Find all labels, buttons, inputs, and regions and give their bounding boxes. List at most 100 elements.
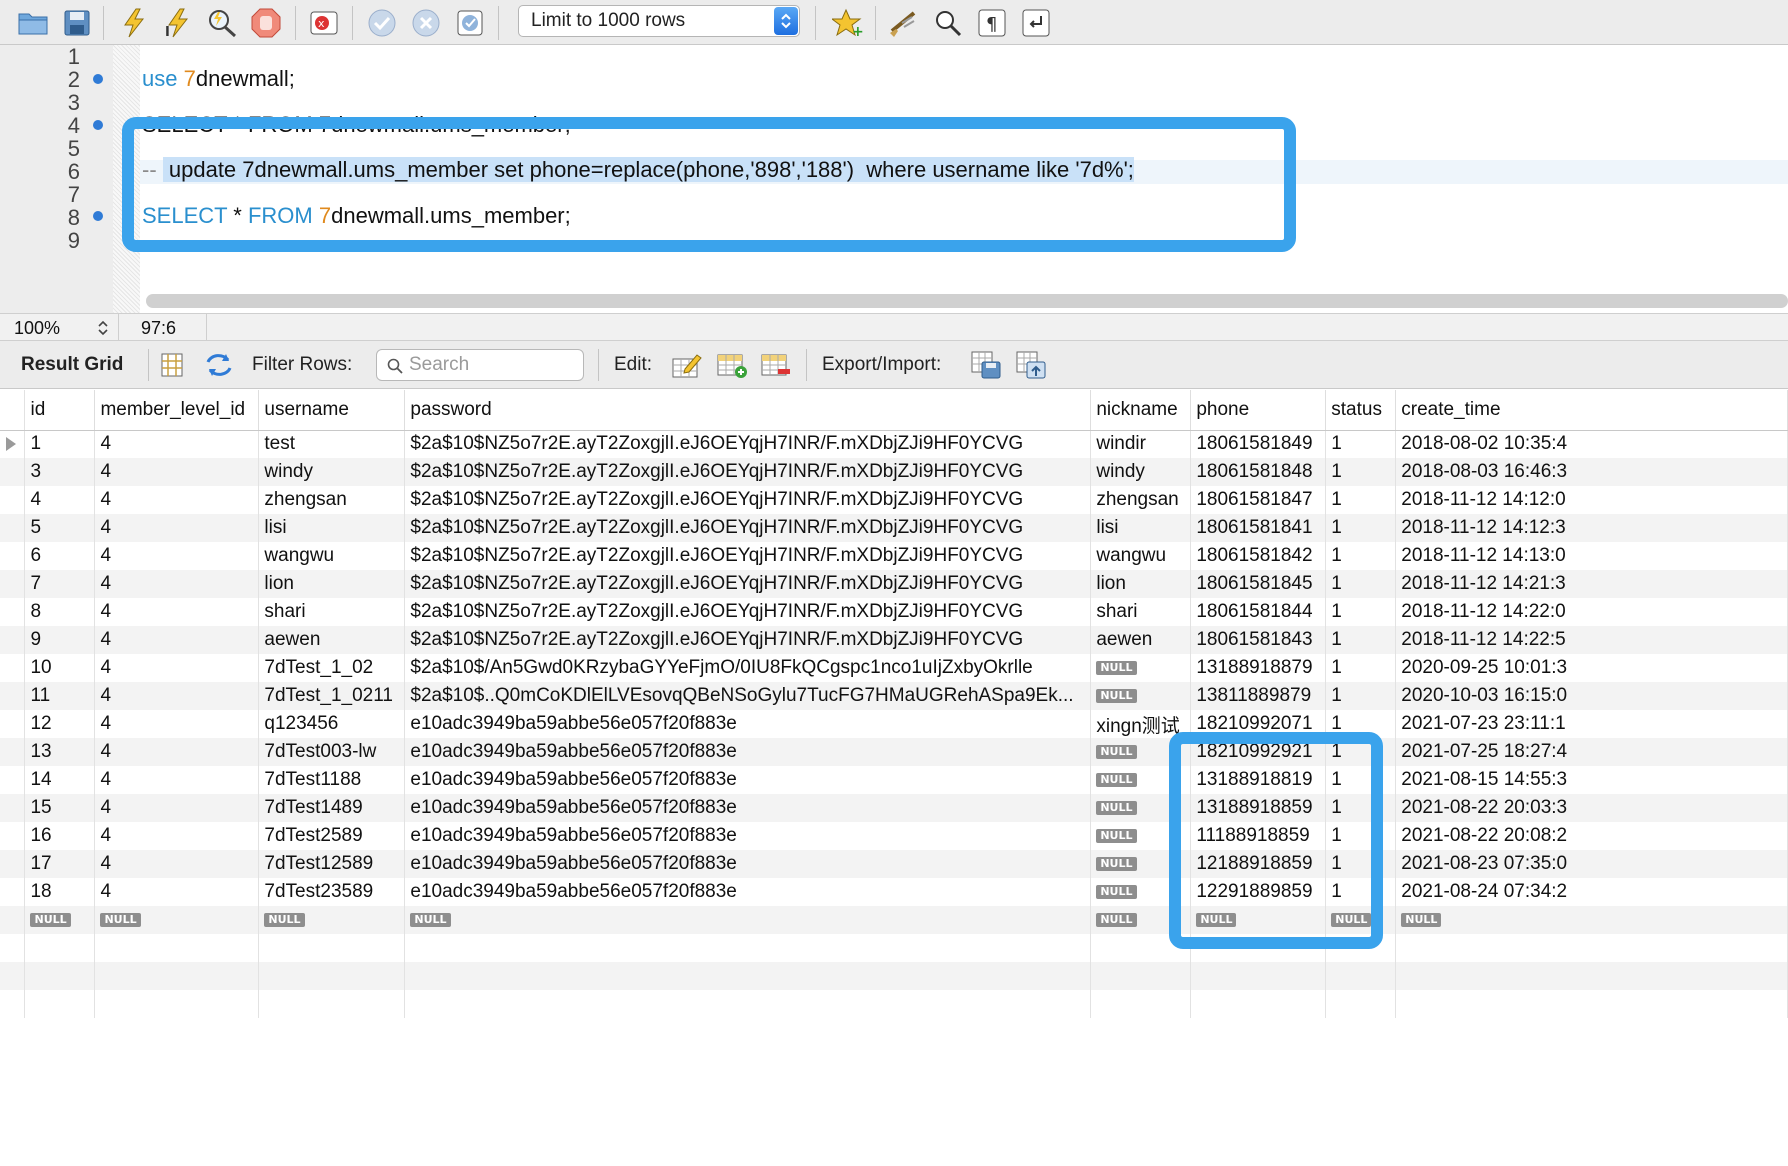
cell-password[interactable]: $2a$10$..Q0mCoKDlElLVEsovqQBeNSoGylu7Tuc… [404, 682, 1092, 710]
cell-password[interactable]: $2a$10$NZ5o7r2E.ayT2ZoxgjlI.eJ6OEYqjH7IN… [404, 598, 1092, 626]
statement-marker-icon[interactable] [93, 74, 103, 84]
cell-phone[interactable]: 18061581844 [1190, 598, 1327, 626]
cell-nickname[interactable]: aewen [1090, 626, 1192, 654]
column-header-member-level-id[interactable]: member_level_id [94, 390, 260, 431]
cell-username[interactable]: 7dTest12589 [258, 850, 406, 878]
cell-password[interactable]: $2a$10$/An5Gwd0KRzybaGYYeFjmO/0IU8FkQCgs… [404, 654, 1092, 682]
row-marker-cell[interactable] [0, 598, 26, 626]
row-marker-cell[interactable] [0, 906, 26, 934]
filter-search-box[interactable] [376, 349, 584, 381]
cell-create-time[interactable]: 2021-07-23 23:11:1 [1395, 710, 1788, 738]
cell-id[interactable]: 18 [24, 878, 96, 906]
row-marker-cell[interactable] [0, 822, 26, 850]
execute-current-icon[interactable]: I [158, 4, 198, 42]
cell-nickname[interactable]: windir [1090, 430, 1192, 458]
row-marker-cell[interactable] [0, 878, 26, 906]
row-marker-cell[interactable] [0, 710, 26, 738]
table-row[interactable]: 1 4 test $2a$10$NZ5o7r2E.ayT2ZoxgjlI.eJ6OEY… [0, 430, 1788, 458]
column-header-nickname[interactable]: nickname [1090, 390, 1192, 431]
table-row[interactable]: 13 4 7dTest003-lw e10adc3949ba59abbe56e057f… [0, 738, 1788, 766]
cell-create-time[interactable]: 2020-10-03 16:15:0 [1395, 682, 1788, 710]
cell-id[interactable]: 14 [24, 766, 96, 794]
cell-member-level-id[interactable]: 4 [94, 822, 260, 850]
cell-id[interactable]: 7 [24, 570, 96, 598]
bookmark-icon[interactable]: + [828, 4, 868, 42]
table-row[interactable]: 12 4 q123456 e10adc3949ba59abbe56e057f20f88… [0, 710, 1788, 738]
grid-layout-icon[interactable] [155, 349, 189, 381]
wrap-lines-icon[interactable] [1016, 4, 1056, 42]
row-marker-cell[interactable] [0, 626, 26, 654]
cell-username[interactable]: 7dTest_1_0211 [258, 682, 406, 710]
cell-nickname[interactable]: windy [1090, 458, 1192, 486]
cell-create-time[interactable]: 2020-09-25 10:01:3 [1395, 654, 1788, 682]
table-row[interactable]: 5 4 lisi $2a$10$NZ5o7r2E.ayT2ZoxgjlI.eJ6OEY… [0, 514, 1788, 542]
cell-password[interactable]: $2a$10$NZ5o7r2E.ayT2ZoxgjlI.eJ6OEYqjH7IN… [404, 486, 1092, 514]
cell-username[interactable]: shari [258, 598, 406, 626]
cell-password[interactable]: $2a$10$NZ5o7r2E.ayT2ZoxgjlI.eJ6OEYqjH7IN… [404, 514, 1092, 542]
beautify-icon[interactable] [884, 4, 924, 42]
table-row[interactable]: 4 4 zhengsan $2a$10$NZ5o7r2E.ayT2ZoxgjlI.eJ… [0, 486, 1788, 514]
table-row[interactable]: NULL NULL NULL NULL NULL NULL NULL NULL [0, 906, 1788, 934]
row-marker-cell[interactable] [0, 682, 26, 710]
cell-status[interactable]: 1 [1325, 514, 1397, 542]
cell-status[interactable]: 1 [1325, 654, 1397, 682]
cell-id[interactable]: 6 [24, 542, 96, 570]
cell-id[interactable]: 8 [24, 598, 96, 626]
table-row[interactable]: 7 4 lion $2a$10$NZ5o7r2E.ayT2ZoxgjlI.eJ6OEY… [0, 570, 1788, 598]
cell-password[interactable]: $2a$10$NZ5o7r2E.ayT2ZoxgjlI.eJ6OEYqjH7IN… [404, 430, 1092, 458]
cell-member-level-id[interactable]: 4 [94, 458, 260, 486]
cell-phone[interactable]: 13811889879 [1190, 682, 1327, 710]
cell-member-level-id[interactable]: 4 [94, 626, 260, 654]
column-header-status[interactable]: status [1325, 390, 1397, 431]
table-row[interactable]: 17 4 7dTest12589 e10adc3949ba59abbe56e057f2… [0, 850, 1788, 878]
cell-member-level-id[interactable]: 4 [94, 430, 260, 458]
cell-create-time[interactable]: 2021-08-22 20:08:2 [1395, 822, 1788, 850]
cell-id[interactable]: 10 [24, 654, 96, 682]
table-row[interactable]: 3 4 windy $2a$10$NZ5o7r2E.ayT2ZoxgjlI.eJ6OE… [0, 458, 1788, 486]
cell-phone[interactable]: 18061581847 [1190, 486, 1327, 514]
autocommit-icon[interactable] [450, 4, 490, 42]
result-grid[interactable]: id member_level_id username password nicknam… [0, 390, 1788, 1166]
cell-member-level-id[interactable]: 4 [94, 486, 260, 514]
cell-id[interactable]: NULL [24, 906, 96, 934]
cell-nickname[interactable]: wangwu [1090, 542, 1192, 570]
cell-password[interactable]: e10adc3949ba59abbe56e057f20f883e [404, 794, 1092, 822]
cell-member-level-id[interactable]: 4 [94, 654, 260, 682]
cell-status[interactable]: 1 [1325, 486, 1397, 514]
cell-nickname[interactable]: NULL [1090, 682, 1192, 710]
refresh-icon[interactable] [202, 349, 236, 381]
cell-id[interactable]: 16 [24, 822, 96, 850]
cell-member-level-id[interactable]: 4 [94, 542, 260, 570]
cell-status[interactable]: 1 [1325, 542, 1397, 570]
row-marker-cell[interactable] [0, 486, 26, 514]
row-marker-cell[interactable] [0, 794, 26, 822]
import-icon[interactable] [1014, 349, 1048, 381]
cell-username[interactable]: 7dTest2589 [258, 822, 406, 850]
save-icon[interactable] [57, 4, 97, 42]
cell-member-level-id[interactable]: 4 [94, 794, 260, 822]
cell-create-time[interactable]: 2018-08-02 10:35:4 [1395, 430, 1788, 458]
cell-member-level-id[interactable]: 4 [94, 570, 260, 598]
cell-username[interactable]: windy [258, 458, 406, 486]
cell-member-level-id[interactable]: 4 [94, 682, 260, 710]
cell-password[interactable]: e10adc3949ba59abbe56e057f20f883e [404, 738, 1092, 766]
table-row[interactable]: 10 4 7dTest_1_02 $2a$10$/An5Gwd0KRzybaGYYeF… [0, 654, 1788, 682]
cell-create-time[interactable]: 2018-11-12 14:22:5 [1395, 626, 1788, 654]
cell-id[interactable]: 9 [24, 626, 96, 654]
table-row[interactable]: 15 4 7dTest1489 e10adc3949ba59abbe56e057f20… [0, 794, 1788, 822]
cell-username[interactable]: 7dTest1489 [258, 794, 406, 822]
cell-phone[interactable]: 18061581845 [1190, 570, 1327, 598]
add-row-icon[interactable] [715, 349, 749, 381]
statement-marker-icon[interactable] [93, 211, 103, 221]
cell-username[interactable]: 7dTest_1_02 [258, 654, 406, 682]
cell-username[interactable]: lion [258, 570, 406, 598]
row-marker-cell[interactable] [0, 654, 26, 682]
cell-create-time[interactable]: 2021-08-15 14:55:3 [1395, 766, 1788, 794]
cell-id[interactable]: 12 [24, 710, 96, 738]
row-marker-cell[interactable] [0, 514, 26, 542]
row-marker-cell[interactable] [0, 542, 26, 570]
result-grid-tab[interactable]: Result Grid [21, 354, 123, 376]
cell-password[interactable]: $2a$10$NZ5o7r2E.ayT2ZoxgjlI.eJ6OEYqjH7IN… [404, 570, 1092, 598]
cell-status[interactable]: 1 [1325, 626, 1397, 654]
cell-username[interactable]: NULL [258, 906, 406, 934]
